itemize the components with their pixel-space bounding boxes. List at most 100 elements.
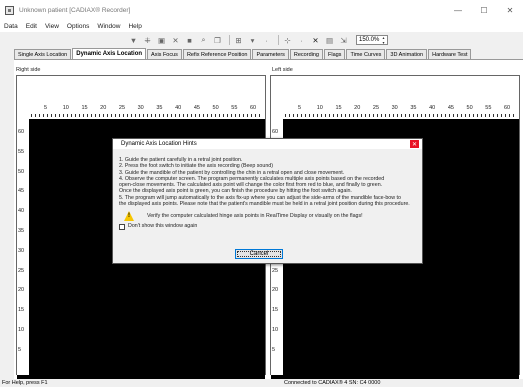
tab-recording[interactable]: Recording <box>289 49 323 59</box>
tab-hardware-test[interactable]: Hardware Test <box>428 49 472 59</box>
window-controls: — ☐ ✕ <box>445 0 523 20</box>
left-ruler: 60 55 50 45 40 35 30 25 20 15 10 5 <box>17 119 29 375</box>
toolbar-separator <box>229 35 230 45</box>
status-help-text: For Help, press F1 <box>2 380 48 386</box>
filter-icon[interactable]: ▼ <box>128 35 139 46</box>
ruler-tick-label: 25 <box>118 105 126 111</box>
fit-icon[interactable]: ⇲ <box>338 35 349 46</box>
ruler-tick-label: 10 <box>272 327 279 333</box>
menu-window[interactable]: Window <box>97 23 120 30</box>
ruler-tick-label: 20 <box>272 287 279 294</box>
ruler-tick-label: 20 <box>354 105 361 111</box>
ruler-tick-label: 25 <box>272 267 279 274</box>
ruler-tick-label: 35 <box>156 105 163 111</box>
ruler-tick-label: 35 <box>410 105 417 111</box>
tab-parameters[interactable]: Parameters <box>252 49 289 59</box>
ruler-tick-label: 15 <box>272 307 279 314</box>
ruler-tick-label: 60 <box>504 105 511 111</box>
minimize-button[interactable]: — <box>445 0 471 20</box>
menu-options[interactable]: Options <box>67 23 89 30</box>
ruler-tick-label: 15 <box>18 307 25 314</box>
tab-bar: Single Axis Location Dynamic Axis Locati… <box>14 48 472 59</box>
ruler-tick-label: 25 <box>372 105 380 111</box>
ruler-tick-label: 55 <box>485 105 492 111</box>
ruler-tick-label: 5 <box>272 346 276 353</box>
ruler-tick-label: 30 <box>391 105 398 111</box>
dialog-title: Dynamic Axis Location Hints <box>121 141 197 147</box>
marker-icon[interactable]: ⁜ <box>142 35 153 46</box>
dot-icon[interactable]: · <box>261 35 272 46</box>
warning-icon <box>124 211 135 222</box>
ruler-tick-label: 60 <box>272 129 279 135</box>
dialog-close-button[interactable]: ✕ <box>410 140 419 148</box>
ruler-tick-label: 5 <box>44 105 48 111</box>
menu-edit[interactable]: Edit <box>26 23 37 30</box>
ruler-tick-label: 55 <box>18 148 25 155</box>
app-icon <box>5 5 14 15</box>
cancel-button[interactable]: Cancel <box>235 249 283 259</box>
menu-view[interactable]: View <box>45 23 59 30</box>
ruler-tick-label: 10 <box>18 327 25 333</box>
dont-show-row[interactable]: Don't show this window again <box>119 223 416 230</box>
delete-icon[interactable]: ✕ <box>170 35 181 46</box>
menu-data[interactable]: Data <box>4 23 18 30</box>
tab-axis-focus[interactable]: Axis Focus <box>147 49 182 59</box>
zoom-level-field[interactable]: 150.0% <box>356 35 388 45</box>
ruler-tick-label: 55 <box>231 105 238 111</box>
ruler-tick-label: 15 <box>335 105 342 111</box>
status-bar: For Help, press F1 Connected to CADIAX® … <box>0 379 523 387</box>
tab-time-curves[interactable]: Time Curves <box>346 49 386 59</box>
grid-icon[interactable]: ⊞ <box>233 35 244 46</box>
ruler-tick-label: 5 <box>298 105 302 111</box>
warning-text: Verify the computer calculated hinge axi… <box>147 213 363 220</box>
frame-icon[interactable]: ▣ <box>156 35 167 46</box>
ruler-tick-label: 20 <box>18 287 25 294</box>
dialog-body: 1. Guide the patient carefully in a retr… <box>113 149 422 230</box>
tab-3d-animation[interactable]: 3D Animation <box>386 49 428 59</box>
hint-line: the displayed axis points. Please note t… <box>119 201 410 208</box>
hints-dialog: Dynamic Axis Location Hints ✕ 1. Guide t… <box>112 138 423 264</box>
dot-icon[interactable]: · <box>296 35 307 46</box>
tab-flags[interactable]: Flags <box>323 49 346 59</box>
top-ruler: 5 10 15 20 25 30 35 40 45 50 55 60 <box>271 104 519 118</box>
right-side-label: Right side <box>16 67 41 73</box>
copy-icon[interactable]: ❐ <box>212 35 223 46</box>
status-connection-text: Connected to CADIAX® 4 SN: C4 0000 <box>284 380 381 386</box>
save-icon[interactable]: ■ <box>184 35 195 46</box>
chart-icon[interactable]: ▤ <box>324 35 335 46</box>
title-bar: Unknown patient [CADIAX® Recorder] — ☐ ✕ <box>0 0 523 20</box>
ruler-tick-label: 60 <box>18 129 25 135</box>
ruler-baseline <box>285 114 517 117</box>
ruler-tick-label: 35 <box>18 228 25 234</box>
ruler-tick-label: 45 <box>18 188 25 195</box>
ruler-tick-label: 30 <box>137 105 144 111</box>
window-title: Unknown patient [CADIAX® Recorder] <box>19 6 131 14</box>
ruler-tick-label: 15 <box>81 105 88 111</box>
dont-show-label[interactable]: Don't show this window again <box>128 223 197 229</box>
ruler-tick-label: 45 <box>193 105 200 111</box>
close-window-button[interactable]: ✕ <box>497 0 523 20</box>
dropdown-icon[interactable]: ▾ <box>247 35 258 46</box>
axes-icon[interactable]: ⊹ <box>282 35 293 46</box>
curve-icon[interactable]: ✕ <box>310 35 321 46</box>
zoom-icon[interactable]: ⌕ <box>198 35 209 46</box>
tab-dynamic-axis-location[interactable]: Dynamic Axis Location <box>72 48 147 59</box>
menu-bar: Data Edit View Options Window Help <box>0 20 523 32</box>
ruler-baseline <box>31 114 263 117</box>
ruler-tick-label: 60 <box>250 105 257 111</box>
top-ruler: 5 10 15 20 25 30 35 40 45 50 55 60 <box>17 104 265 118</box>
menu-help[interactable]: Help <box>128 23 141 30</box>
tab-refix-reference-position[interactable]: Refix Reference Position <box>182 49 252 59</box>
ruler-tick-label: 30 <box>18 247 25 254</box>
warning-row: Verify the computer calculated hinge axi… <box>124 211 416 222</box>
ruler-tick-label: 45 <box>447 105 454 111</box>
tab-single-axis-location[interactable]: Single Axis Location <box>14 49 72 59</box>
dont-show-checkbox[interactable] <box>119 223 125 230</box>
left-side-label: Left side <box>272 67 293 73</box>
ruler-tick-label: 50 <box>212 105 219 111</box>
dialog-title-bar: Dynamic Axis Location Hints ✕ <box>113 139 422 149</box>
maximize-button[interactable]: ☐ <box>471 0 497 20</box>
ruler-tick-label: 10 <box>62 105 69 111</box>
ruler-tick-label: 25 <box>18 267 25 274</box>
ruler-tick-label: 5 <box>18 346 22 353</box>
